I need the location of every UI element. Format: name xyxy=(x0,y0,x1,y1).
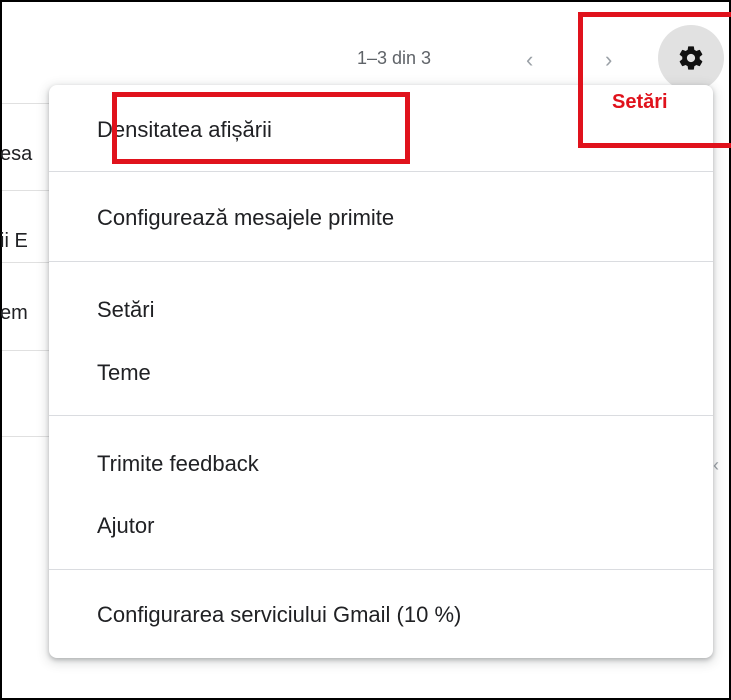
background-row-text[interactable]: ii E xyxy=(0,230,28,253)
background-row-text[interactable]: em xyxy=(0,302,28,325)
background-row-divider xyxy=(2,350,50,351)
settings-highlight-box xyxy=(578,12,731,148)
background-row-divider xyxy=(2,262,50,263)
menu-item-send-feedback[interactable]: Trimite feedback xyxy=(97,451,259,477)
menu-item-gmail-setup[interactable]: Configurarea serviciului Gmail (10 %) xyxy=(97,602,461,628)
display-density-highlight-box xyxy=(112,92,410,164)
settings-annotation-label: Setări xyxy=(612,91,668,113)
menu-divider xyxy=(49,569,713,570)
background-row-divider xyxy=(2,436,50,437)
chevron-left-icon[interactable]: ‹ xyxy=(713,455,719,476)
menu-item-configure-inbox[interactable]: Configurează mesajele primite xyxy=(97,205,394,231)
menu-divider xyxy=(49,171,713,172)
chevron-left-icon[interactable]: ‹ xyxy=(526,49,533,71)
menu-item-themes[interactable]: Teme xyxy=(97,360,151,386)
pagination-label: 1–3 din 3 xyxy=(357,48,432,68)
menu-item-help[interactable]: Ajutor xyxy=(97,513,154,539)
menu-divider xyxy=(49,261,713,262)
background-row-text[interactable]: esa xyxy=(0,143,32,166)
background-row-divider xyxy=(2,190,50,191)
toolbar-divider xyxy=(2,103,50,104)
menu-item-settings[interactable]: Setări xyxy=(97,297,154,323)
menu-divider xyxy=(49,415,713,416)
